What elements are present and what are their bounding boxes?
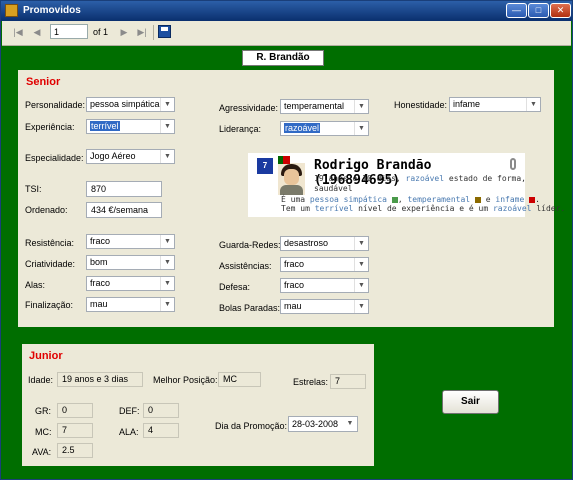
chevron-down-icon: ▼ [354, 258, 368, 271]
lideranca-select[interactable]: razoável ▼ [280, 121, 369, 136]
main-window: Promovidos — □ ✕ |◀ ◀ of 1 ▶ ▶| R. Brand… [0, 0, 573, 480]
player-avatar [278, 163, 305, 195]
chevron-down-icon: ▼ [160, 235, 174, 248]
ordenado-field[interactable]: 434 €/semana [86, 202, 162, 218]
especialidade-label: Especialidade: [25, 153, 84, 163]
ala-label: ALA: [119, 427, 139, 437]
def-label: DEF: [119, 406, 140, 416]
chevron-down-icon: ▼ [160, 120, 174, 133]
finalizacao-select[interactable]: mau ▼ [86, 297, 175, 312]
ava-field: 2.5 [57, 443, 93, 458]
experiencia-select[interactable]: terrível ▼ [86, 119, 175, 134]
finalizacao-label: Finalização: [25, 300, 74, 310]
mc-field: 7 [57, 423, 93, 438]
estrelas-field: 7 [330, 374, 366, 389]
agressividade-select[interactable]: temperamental ▼ [280, 99, 369, 114]
honestidade-select[interactable]: infame ▼ [449, 97, 541, 112]
especialidade-select[interactable]: Jogo Aéreo ▼ [86, 149, 175, 164]
app-icon [5, 4, 18, 17]
page-count-label: of 1 [93, 27, 109, 37]
guarda-redes-select[interactable]: desastroso ▼ [280, 236, 369, 251]
chevron-down-icon: ▼ [354, 300, 368, 313]
maximize-button[interactable]: □ [528, 3, 549, 18]
tsi-field[interactable]: 870 [86, 181, 162, 197]
chevron-down-icon: ▼ [354, 237, 368, 250]
paperclip-icon[interactable] [510, 158, 516, 170]
first-page-icon[interactable]: |◀ [11, 25, 25, 39]
chevron-down-icon: ▼ [354, 279, 368, 292]
sair-button[interactable]: Sair [442, 390, 499, 414]
melhor-posicao-field: MC [218, 372, 261, 387]
junior-panel: Junior Idade: 19 anos e 3 dias Melhor Po… [22, 344, 374, 466]
gr-field: 0 [57, 403, 93, 418]
melhor-posicao-label: Melhor Posição: [153, 375, 218, 385]
resistencia-select[interactable]: fraco ▼ [86, 234, 175, 249]
toolbar-separator [153, 25, 154, 40]
gr-label: GR: [35, 406, 52, 416]
card-personality-line: É uma pessoa simpática , temperamental e… [281, 195, 540, 204]
estrelas-label: Estrelas: [293, 377, 329, 387]
dia-promocao-datepicker[interactable]: 28-03-2008 ▼ [288, 416, 358, 432]
card-age-line: 19 anos e 10 dias, razoável estado de fo… [314, 174, 526, 183]
card-experience-line: Tem um terrível nível de experiência e é… [281, 204, 566, 213]
idade-label: Idade: [28, 375, 54, 385]
alas-select[interactable]: fraco ▼ [86, 276, 175, 291]
dia-promocao-label: Dia da Promoção: [215, 421, 288, 431]
guarda-redes-label: Guarda-Redes: [219, 240, 281, 250]
chevron-down-icon: ▼ [160, 277, 174, 290]
chevron-down-icon: ▼ [346, 420, 354, 427]
previous-page-icon[interactable]: ◀ [30, 25, 44, 39]
chevron-down-icon: ▼ [160, 150, 174, 163]
player-name-label: R. Brandão [242, 50, 324, 66]
bolas-paradas-label: Bolas Paradas: [219, 303, 281, 313]
next-page-icon[interactable]: ▶ [117, 25, 131, 39]
alas-label: Alas: [25, 280, 46, 290]
criatividade-select[interactable]: bom ▼ [86, 255, 175, 270]
chevron-down-icon: ▼ [160, 298, 174, 311]
chevron-down-icon: ▼ [354, 122, 368, 135]
ava-label: AVA: [32, 447, 52, 457]
level-icon [474, 196, 481, 203]
close-button[interactable]: ✕ [550, 3, 571, 18]
minimize-button[interactable]: — [506, 3, 527, 18]
bolas-paradas-select[interactable]: mau ▼ [280, 299, 369, 314]
personalidade-label: Personalidade: [25, 100, 86, 110]
mc-label: MC: [35, 427, 52, 437]
assistencias-label: Assistências: [219, 261, 272, 271]
window-title: Promovidos [23, 5, 81, 16]
defesa-select[interactable]: fraco ▼ [280, 278, 369, 293]
flag-icon [278, 156, 290, 164]
honestidade-label: Honestidade: [394, 100, 448, 110]
agressividade-label: Agressividade: [219, 103, 279, 113]
page-number-input[interactable] [50, 24, 88, 39]
chevron-down-icon: ▼ [160, 98, 174, 111]
chevron-down-icon: ▼ [526, 98, 540, 111]
chevron-down-icon: ▼ [160, 256, 174, 269]
ordenado-label: Ordenado: [25, 205, 68, 215]
defesa-label: Defesa: [219, 282, 251, 292]
idade-field: 19 anos e 3 dias [57, 372, 143, 387]
criatividade-label: Criatividade: [25, 259, 76, 269]
assistencias-select[interactable]: fraco ▼ [280, 257, 369, 272]
junior-title: Junior [29, 350, 63, 362]
chevron-down-icon: ▼ [354, 100, 368, 113]
report-toolbar: |◀ ◀ of 1 ▶ ▶| [2, 21, 571, 46]
resistencia-label: Resistência: [25, 238, 75, 248]
title-bar: Promovidos — □ ✕ [1, 1, 572, 21]
last-page-icon[interactable]: ▶| [135, 25, 149, 39]
lideranca-label: Liderança: [219, 124, 262, 134]
ala-field: 4 [143, 423, 179, 438]
card-health-line: saudável [314, 184, 353, 193]
senior-title: Senior [26, 76, 61, 88]
experiencia-label: Experiência: [25, 122, 75, 132]
personalidade-select[interactable]: pessoa simpática ▼ [86, 97, 175, 112]
tsi-label: TSI: [25, 184, 42, 194]
shirt-icon: 7 [257, 158, 273, 174]
save-icon[interactable] [158, 25, 171, 38]
def-field: 0 [143, 403, 179, 418]
player-card: 7 Rodrigo Brandão (196894695) 19 anos e … [248, 153, 565, 217]
